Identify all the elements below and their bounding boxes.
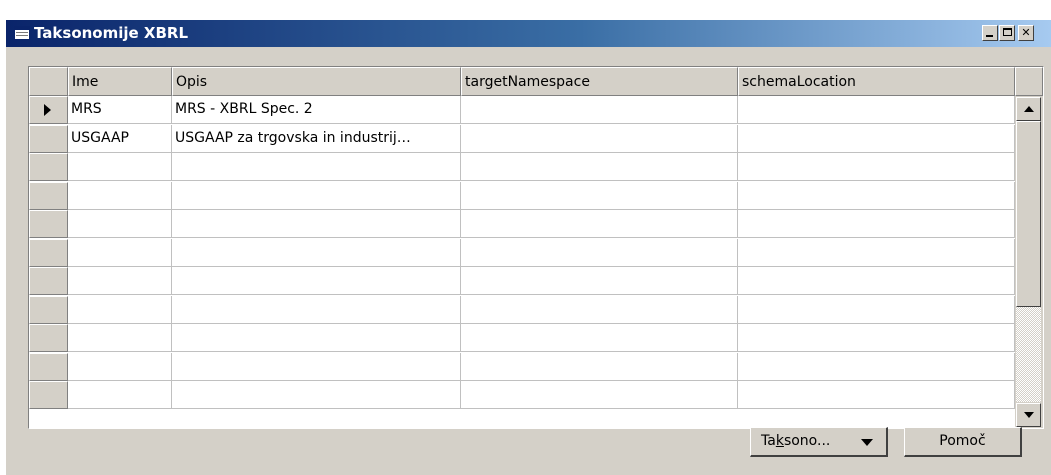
cell-opis[interactable] [172,153,461,181]
header-scroll-corner [1015,67,1043,96]
cell-opis[interactable] [172,239,461,267]
cell-opis[interactable] [172,381,461,409]
column-header-opis[interactable]: Opis [172,67,461,96]
cell-targetnamespace[interactable] [461,96,738,124]
row-selector[interactable] [29,296,68,324]
cell-schemalocation[interactable] [738,182,1015,210]
cell-opis[interactable]: USGAAP za trgovska in industrij… [172,125,461,153]
row-selector[interactable] [29,125,68,153]
arrow-up-icon [1024,106,1034,112]
close-icon: ✕ [1021,26,1031,39]
row-selector[interactable] [29,353,68,381]
cell-targetnamespace[interactable] [461,239,738,267]
row-selector[interactable] [29,267,68,295]
taxonomy-table: Ime Opis targetNamespace schemaLocation … [28,66,1044,429]
cell-ime[interactable]: USGAAP [68,125,172,153]
cell-ime[interactable]: MRS [68,96,172,124]
cell-opis[interactable] [172,267,461,295]
window-title: Taksonomije XBRL [34,24,189,42]
minimize-icon [986,35,993,37]
row-selector[interactable] [29,210,68,238]
cell-targetnamespace[interactable] [461,324,738,352]
cell-targetnamespace[interactable] [461,210,738,238]
cell-targetnamespace[interactable] [461,153,738,181]
cell-ime[interactable] [68,182,172,210]
vertical-scrollbar[interactable] [1015,96,1043,428]
scrollbar-thumb[interactable] [1016,121,1041,307]
maximize-button[interactable] [999,25,1015,41]
row-selector[interactable] [29,182,68,210]
scroll-down-button[interactable] [1016,403,1041,427]
column-header-ime[interactable]: Ime [68,67,172,96]
cell-targetnamespace[interactable] [461,182,738,210]
table-window-icon [14,26,30,40]
row-selector[interactable] [29,324,68,352]
cell-targetnamespace[interactable] [461,125,738,153]
cell-opis[interactable] [172,296,461,324]
cell-schemalocation[interactable] [738,381,1015,409]
cell-ime[interactable] [68,210,172,238]
cell-targetnamespace[interactable] [461,381,738,409]
help-button[interactable]: Pomoč [904,427,1022,457]
cell-schemalocation[interactable] [738,239,1015,267]
maximize-icon [1003,28,1012,36]
cell-schemalocation[interactable] [738,324,1015,352]
arrow-down-icon [1024,412,1034,418]
cell-opis[interactable] [172,353,461,381]
row-selector[interactable] [29,381,68,409]
cell-ime[interactable] [68,381,172,409]
row-selector[interactable] [29,153,68,181]
cell-ime[interactable] [68,353,172,381]
column-header-schemalocation[interactable]: schemaLocation [738,67,1015,96]
cell-schemalocation[interactable] [738,296,1015,324]
row-selector[interactable] [29,96,68,124]
cell-schemalocation[interactable] [738,267,1015,295]
cell-targetnamespace[interactable] [461,296,738,324]
taksonomije-menu-button[interactable]: Taksono... [750,427,888,457]
cell-schemalocation[interactable] [738,210,1015,238]
cell-schemalocation[interactable] [738,153,1015,181]
column-header-targetnamespace[interactable]: targetNamespace [461,67,738,96]
cell-schemalocation[interactable] [738,125,1015,153]
cell-ime[interactable] [68,267,172,295]
cell-opis[interactable]: MRS - XBRL Spec. 2 [172,96,461,124]
taksonomije-window: Taksonomije XBRL ✕ Ime Opis targetNamesp… [6,20,1051,475]
cell-ime[interactable] [68,296,172,324]
scroll-up-button[interactable] [1016,97,1041,121]
cell-ime[interactable] [68,153,172,181]
title-bar[interactable]: Taksonomije XBRL ✕ [6,20,1051,47]
cell-targetnamespace[interactable] [461,353,738,381]
cell-opis[interactable] [172,210,461,238]
cell-opis[interactable] [172,182,461,210]
cell-schemalocation[interactable] [738,96,1015,124]
current-row-arrow-icon [44,104,51,116]
row-selector[interactable] [29,239,68,267]
taksonomije-button-label: Taksono... [761,433,831,449]
header-corner[interactable] [29,67,68,96]
cell-ime[interactable] [68,239,172,267]
cell-opis[interactable] [172,324,461,352]
cell-ime[interactable] [68,324,172,352]
cell-targetnamespace[interactable] [461,267,738,295]
minimize-button[interactable] [982,25,998,41]
close-button[interactable]: ✕ [1018,25,1034,41]
dropdown-arrow-icon [861,439,873,446]
cell-schemalocation[interactable] [738,353,1015,381]
